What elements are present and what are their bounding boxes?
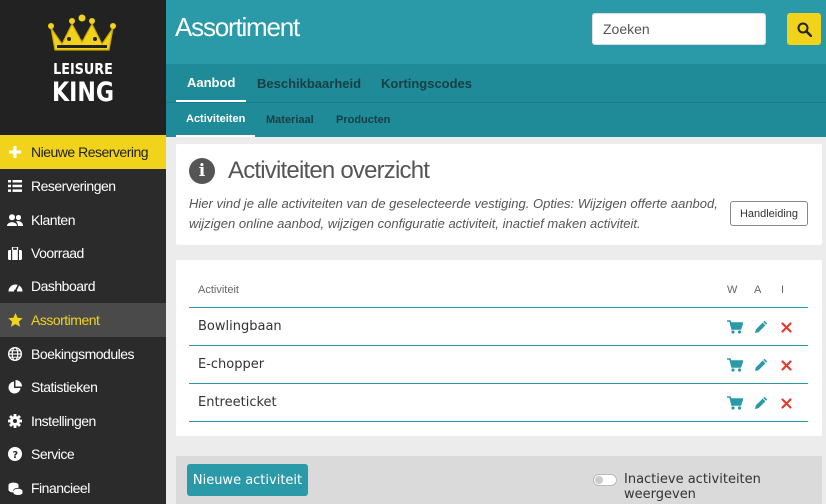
sidebar-item-voorraad[interactable]: Voorraad [0,236,166,270]
list-icon [7,178,23,194]
activity-name: E-chopper [198,357,265,372]
plus-icon [7,144,23,160]
sidebar-item-label: Assortiment [31,312,100,328]
inactive-toggle[interactable] [593,474,617,486]
question-icon: ? [7,446,23,462]
gear-icon [7,413,23,429]
sidebar-item-label: Klanten [31,212,75,228]
logo-line-2: KING [51,77,115,108]
delete-icon[interactable] [778,395,794,411]
sidebar-item-financieel[interactable]: Financieel [0,471,166,504]
subtab-producten[interactable]: Producten [336,103,390,137]
info-icon: i [189,158,215,184]
sub-tabs: Activiteiten Materiaal Producten [166,102,826,137]
crown-icon [48,14,116,51]
help-button[interactable]: Handleiding [730,201,808,226]
tab-beschikbaarheid[interactable]: Beschikbaarheid [257,64,361,102]
delete-icon[interactable] [778,319,794,335]
pie-chart-icon [7,379,23,395]
logo[interactable]: LEISURE KING [0,0,166,135]
sidebar-item-label: Instellingen [31,413,96,429]
sidebar-item-label: Statistieken [31,379,98,395]
inactive-toggle-label: Inactieve activiteiten weergeven [624,472,761,502]
gauge-icon [7,278,23,294]
subtab-activiteiten[interactable]: Activiteiten [176,103,256,137]
tab-kortingscodes[interactable]: Kortingscodes [381,64,472,102]
column-header-w: W [727,284,738,296]
search-input[interactable] [592,13,766,45]
sidebar-item-assortiment[interactable]: Assortiment [0,303,166,337]
sidebar-item-label: Dashboard [31,278,96,294]
pencil-icon[interactable] [753,357,769,373]
column-header-i: I [781,284,785,296]
info-card: i Activiteiten overzicht Hier vind je al… [176,144,822,245]
activities-table: Activiteit W A I Bowlingbaan E-chopper E… [176,260,822,436]
star-icon [7,312,23,328]
sidebar: LEISURE KING Nieuwe Reservering Reserver… [0,0,166,504]
sidebar-item-label: Boekingsmodules [31,346,135,362]
footer-bar: Nieuwe activiteit Inactieve activiteiten… [176,456,822,504]
sidebar-item-label: Financieel [31,480,90,496]
new-activity-button[interactable]: Nieuwe activiteit [187,464,308,496]
section-title: Activiteiten overzicht [228,157,430,184]
suitcase-icon [7,245,23,261]
delete-icon[interactable] [778,357,794,373]
main-tabs: Aanbod Beschikbaarheid Kortingscodes [166,64,826,102]
sidebar-item-klanten[interactable]: Klanten [0,203,166,237]
cart-icon[interactable] [727,319,743,335]
section-description: Hier vind je alle activiteiten van de ge… [189,196,718,231]
cart-icon[interactable] [727,357,743,373]
sidebar-item-statistieken[interactable]: Statistieken [0,370,166,404]
sidebar-item-nieuwe-reservering[interactable]: Nieuwe Reservering [0,135,166,169]
search-icon [797,22,812,37]
svg-text:?: ? [12,450,18,461]
column-header-activiteit: Activiteit [198,284,239,296]
page-title: Assortiment [175,12,300,42]
tab-aanbod[interactable]: Aanbod [176,64,247,102]
sidebar-item-label: Service [31,446,75,462]
sidebar-item-boekingsmodules[interactable]: Boekingsmodules [0,337,166,371]
logo-line-1: LEISURE [53,60,113,78]
sidebar-item-reserveringen[interactable]: Reserveringen [0,169,166,203]
pencil-icon[interactable] [753,319,769,335]
sidebar-item-label: Voorraad [31,245,84,261]
subtab-materiaal[interactable]: Materiaal [266,103,314,137]
sidebar-item-instellingen[interactable]: Instellingen [0,404,166,438]
pencil-icon[interactable] [753,395,769,411]
toggle-knob [595,476,603,484]
globe-icon [7,346,23,362]
activity-name: Bowlingbaan [198,319,282,334]
users-icon [7,212,23,228]
search-button[interactable] [787,13,821,45]
table-row: Bowlingbaan [189,308,808,346]
table-row: Entreeticket [189,384,808,422]
sidebar-item-label: Reserveringen [31,178,116,194]
sidebar-item-service[interactable]: ? Service [0,437,166,471]
activity-name: Entreeticket [198,395,277,410]
cart-icon[interactable] [727,395,743,411]
column-header-a: A [754,284,762,296]
table-row: E-chopper [189,346,808,384]
coins-icon [7,480,23,496]
sidebar-item-dashboard[interactable]: Dashboard [0,269,166,303]
sidebar-item-label: Nieuwe Reservering [31,144,149,160]
